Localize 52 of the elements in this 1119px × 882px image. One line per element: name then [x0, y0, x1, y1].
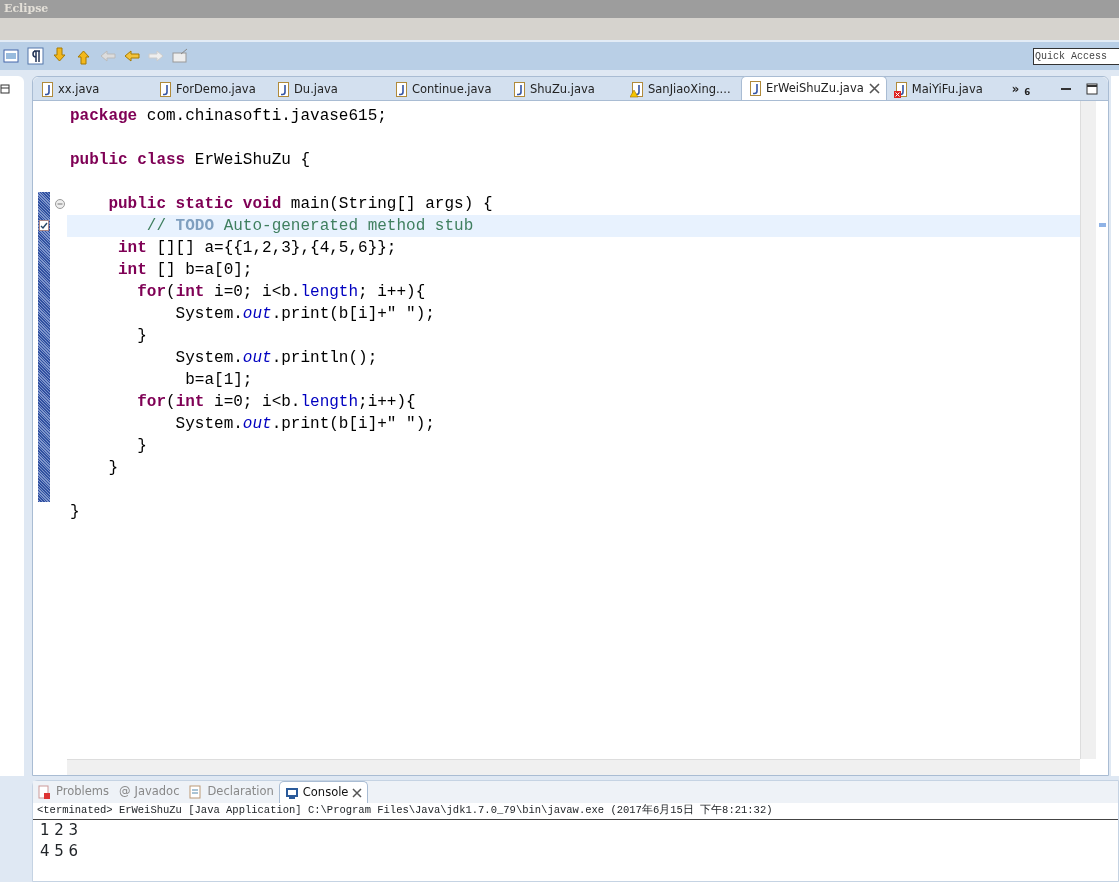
- java-file-error-icon: [893, 81, 907, 98]
- java-file-icon: [40, 81, 53, 98]
- view-tab[interactable]: Console: [278, 781, 369, 803]
- editor-tab[interactable]: ErWeiShuZu.java: [741, 76, 887, 100]
- declaration-icon: [189, 785, 204, 799]
- code-line: }: [69, 502, 81, 523]
- java-file-icon: [276, 81, 289, 98]
- editor-tab[interactable]: xx.java: [33, 78, 151, 100]
- fold-icon[interactable]: [55, 199, 65, 209]
- close-icon[interactable]: [868, 83, 880, 94]
- problems-icon: [38, 785, 52, 799]
- code-line: }: [136, 326, 148, 347]
- code-line: int [] b=a[0];: [117, 260, 254, 281]
- editor-tab[interactable]: ShuZu.java: [505, 78, 623, 100]
- code-line: b=a[1];: [184, 370, 254, 391]
- editor-tab[interactable]: Continue.java: [387, 78, 505, 100]
- pilcrow-icon: [27, 47, 45, 65]
- code-line: System.out.print(b[i]+" ");: [174, 414, 436, 435]
- editor-tab[interactable]: ForDemo.java: [151, 78, 269, 100]
- java-file-icon: [394, 81, 407, 98]
- quick-access-field[interactable]: Quick Access: [1033, 47, 1119, 65]
- code-line: package com.chinasofti.javase615;: [69, 106, 388, 127]
- console-header: <terminated> ErWeiShuZu [Java Application] C:\Program Files\Java\jdk1.7.0_79\bin\javaw.exe (2017年6月15日 下午8:21:32): [33, 803, 1118, 820]
- java-file-warning-icon: [630, 81, 643, 98]
- java-file-icon: [748, 80, 761, 97]
- code-line: for(int i=0; i<b.length; i++){: [136, 282, 427, 303]
- code-line: }: [136, 436, 148, 457]
- console-output-line: 1 2 3: [39, 819, 80, 841]
- java-file-icon: [512, 81, 525, 98]
- editor-tab[interactable]: Du.java: [269, 78, 387, 100]
- code-line: for(int i=0; i<b.length;i++){: [136, 392, 417, 413]
- maximize-icon: [1086, 83, 1098, 95]
- pin-icon: [171, 47, 189, 65]
- console-output-line: 4 5 6: [39, 840, 80, 862]
- vertical-scrollbar[interactable]: [1080, 101, 1096, 759]
- document-icon: [3, 47, 21, 65]
- horizontal-scrollbar[interactable]: [67, 759, 1080, 775]
- code-line: System.out.print(b[i]+" ");: [174, 304, 436, 325]
- code-line: public class ErWeiShuZu {: [69, 150, 312, 171]
- overflow-button[interactable]: » $_{6}$: [1004, 78, 1038, 100]
- code-line: }: [107, 458, 119, 479]
- editor-tab[interactable]: MaiYiFu.java: [886, 78, 1005, 100]
- back-arrow-icon: [123, 47, 141, 65]
- restore-icon: [0, 83, 10, 94]
- java-file-icon: [158, 81, 171, 98]
- console-icon: [284, 785, 299, 800]
- code-line: System.out.println();: [174, 348, 379, 369]
- editor-tab[interactable]: SanJiaoXing....: [623, 78, 741, 100]
- close-icon[interactable]: [352, 787, 363, 798]
- code-line: int [][] a={{1,2,3},{4,5,6}};: [117, 238, 398, 259]
- code-line: public static void main(String[] args) {: [107, 194, 494, 215]
- window-title: Eclipse: [0, 0, 1119, 18]
